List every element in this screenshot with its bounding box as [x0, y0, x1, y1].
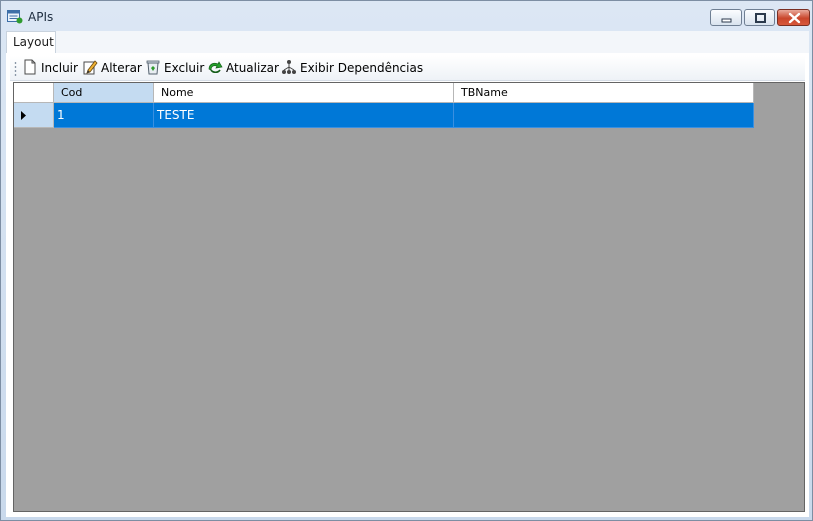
edit-pencil-icon	[83, 60, 98, 75]
alterar-button[interactable]: Alterar	[82, 59, 144, 77]
exibir-dependencias-button[interactable]: Exibir Dependências	[281, 59, 423, 77]
toolbar: Incluir Alterar Excluir Atualizar Exibir…	[10, 56, 805, 81]
atualizar-label: Atualizar	[226, 61, 279, 75]
title-bar[interactable]: APIs	[1, 1, 812, 31]
minimize-button[interactable]	[710, 9, 742, 26]
cell-nome[interactable]: TESTE	[154, 103, 454, 128]
data-grid[interactable]: Cod Nome TBName 1 TESTE	[13, 82, 805, 512]
maximize-button[interactable]	[744, 9, 775, 26]
exibir-dependencias-label: Exibir Dependências	[300, 61, 424, 75]
window-app-icon	[7, 10, 23, 24]
excluir-button[interactable]: Excluir	[145, 59, 207, 77]
atualizar-button[interactable]: Atualizar	[207, 59, 279, 77]
row-header[interactable]	[14, 103, 54, 128]
column-header-tbname-label: TBName	[461, 86, 508, 99]
refresh-arrow-icon	[208, 61, 223, 74]
column-header-cod[interactable]: Cod	[54, 83, 154, 103]
column-header-tbname[interactable]: TBName	[454, 83, 754, 103]
recycle-bin-icon	[146, 60, 160, 75]
hierarchy-tree-icon	[282, 60, 296, 74]
column-header-cod-label: Cod	[61, 86, 83, 99]
layout-panel: Incluir Alterar Excluir Atualizar Exibir…	[6, 53, 809, 517]
incluir-button[interactable]: Incluir	[22, 59, 82, 77]
toolbar-grip[interactable]	[14, 61, 17, 77]
maximize-icon	[755, 13, 766, 23]
new-document-icon	[24, 59, 36, 75]
current-row-arrow-icon	[21, 111, 26, 120]
tab-layout-label: Layout	[13, 35, 54, 49]
column-header-nome-label: Nome	[161, 86, 194, 99]
client-area: Layout Incluir Alterar Excluir Atualizar…	[6, 31, 809, 517]
cell-cod-value: 1	[57, 108, 65, 122]
incluir-label: Incluir	[41, 61, 78, 75]
minimize-icon	[721, 18, 732, 23]
cell-tbname[interactable]	[454, 103, 754, 128]
close-icon	[788, 12, 801, 24]
alterar-label: Alterar	[101, 61, 142, 75]
table-row[interactable]: 1 TESTE	[14, 103, 754, 128]
tab-layout[interactable]: Layout	[6, 31, 56, 53]
window-title: APIs	[28, 10, 54, 24]
column-header-nome[interactable]: Nome	[154, 83, 454, 103]
cell-nome-value: TESTE	[157, 108, 195, 122]
cell-cod[interactable]: 1	[54, 103, 154, 128]
window: APIs Layout Incluir Alterar Excluir Atua…	[0, 0, 813, 521]
excluir-label: Excluir	[164, 61, 205, 75]
grid-corner-header[interactable]	[14, 83, 54, 103]
close-button[interactable]	[777, 9, 810, 26]
tab-strip: Layout	[6, 31, 809, 54]
